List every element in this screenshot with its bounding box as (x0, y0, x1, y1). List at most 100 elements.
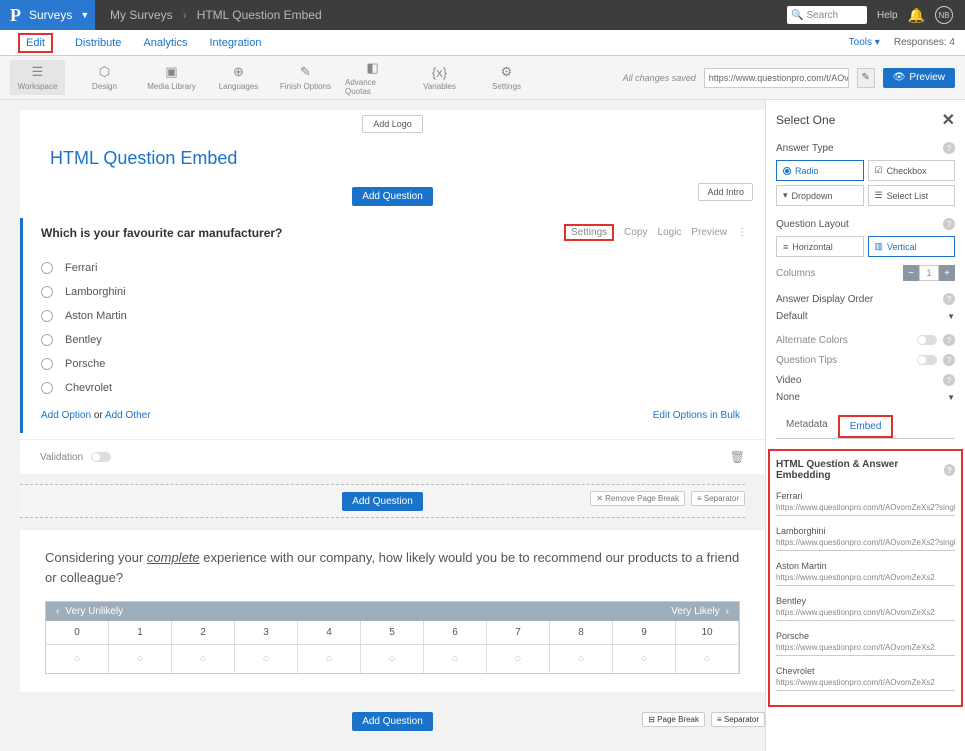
nps-cell[interactable]: 0○ (46, 621, 109, 673)
tools-menu[interactable]: Tools ▾ (849, 37, 880, 48)
add-option-link[interactable]: Add Option (41, 410, 91, 421)
nps-cell[interactable]: 1○ (109, 621, 172, 673)
help-icon[interactable]: ? (943, 334, 955, 346)
add-intro-button[interactable]: Add Intro (698, 183, 753, 201)
add-question-button-3[interactable]: Add Question (352, 712, 433, 731)
option-row[interactable]: Chevrolet (41, 376, 740, 400)
option-row[interactable]: Aston Martin (41, 304, 740, 328)
help-icon[interactable]: ? (943, 293, 955, 305)
tool-workspace[interactable]: ☰Workspace (10, 60, 65, 95)
display-order-dropdown[interactable]: Default▼ (776, 311, 955, 322)
embed-item-url[interactable]: https://www.questionpro.com/t/AOvomZeXs2 (776, 643, 955, 656)
help-icon[interactable]: ? (943, 218, 955, 230)
edit-bulk-link[interactable]: Edit Options in Bulk (653, 410, 740, 421)
tool-design[interactable]: ⬡Design (77, 64, 132, 91)
more-icon[interactable]: ⋮ (737, 227, 747, 238)
option-row[interactable]: Ferrari (41, 256, 740, 280)
q-preview-button[interactable]: Preview (691, 227, 727, 238)
tips-toggle[interactable] (917, 355, 937, 365)
remove-page-break-button[interactable]: ✕ Remove Page Break (590, 491, 685, 506)
avatar[interactable]: NB (935, 6, 953, 24)
validation-toggle[interactable] (91, 452, 111, 462)
tool-settings[interactable]: ⚙Settings (479, 64, 534, 91)
type-radio-button[interactable]: Radio (776, 160, 864, 181)
nps-cell[interactable]: 6○ (424, 621, 487, 673)
question-text[interactable]: Considering your complete experience wit… (45, 548, 740, 587)
alt-colors-toggle[interactable] (917, 335, 937, 345)
tool-languages[interactable]: ⊕Languages (211, 64, 266, 91)
radio-icon: ○ (235, 645, 297, 673)
survey-title[interactable]: HTML Question Embed (20, 138, 765, 183)
search-input[interactable]: 🔍 Search (787, 6, 867, 24)
help-icon[interactable]: ? (943, 354, 955, 366)
embed-item-url[interactable]: https://www.questionpro.com/t/AOvomZeXs2… (776, 503, 955, 516)
nps-cell[interactable]: 8○ (550, 621, 613, 673)
option-row[interactable]: Lamborghini (41, 280, 740, 304)
nps-cell[interactable]: 9○ (613, 621, 676, 673)
tab-edit[interactable]: Edit (18, 33, 53, 53)
breadcrumb-my-surveys[interactable]: My Surveys (110, 8, 173, 22)
embed-item-url[interactable]: https://www.questionpro.com/t/AOvomZeXs2 (776, 573, 955, 586)
bell-icon[interactable]: 🔔 (908, 7, 925, 24)
type-dropdown-button[interactable]: ▾Dropdown (776, 185, 864, 206)
embed-item-url[interactable]: https://www.questionpro.com/t/AOvomZeXs2 (776, 608, 955, 621)
option-row[interactable]: Porsche (41, 352, 740, 376)
nps-cell[interactable]: 3○ (235, 621, 298, 673)
brand-menu[interactable]: P Surveys ▼ (0, 0, 95, 30)
tool-quotas[interactable]: ◧Advance Quotas (345, 60, 400, 96)
chevron-left-icon[interactable]: ‹ (56, 606, 59, 617)
nps-cell[interactable]: 2○ (172, 621, 235, 673)
nps-cell[interactable]: 7○ (487, 621, 550, 673)
nps-unlikely-label: Very Unlikely (65, 606, 123, 617)
add-question-button[interactable]: Add Question (352, 187, 433, 206)
close-icon[interactable]: ✕ (942, 110, 955, 130)
nps-cell[interactable]: 10○ (676, 621, 739, 673)
radio-icon: ○ (361, 645, 423, 673)
metadata-tab[interactable]: Metadata (776, 415, 838, 438)
help-icon[interactable]: ? (943, 374, 955, 386)
tab-analytics[interactable]: Analytics (143, 37, 187, 49)
eye-icon: 👁 (893, 72, 906, 83)
edit-url-button[interactable]: ✎ (857, 68, 875, 88)
minus-button[interactable]: − (903, 265, 919, 281)
add-other-link[interactable]: Add Other (105, 410, 151, 421)
help-link[interactable]: Help (877, 10, 898, 21)
page-break-row: Add Question ✕ Remove Page Break ≡ Separ… (20, 484, 745, 518)
video-dropdown[interactable]: None▼ (776, 392, 955, 403)
radio-icon: ○ (550, 645, 612, 673)
help-icon[interactable]: ? (943, 142, 955, 154)
help-icon[interactable]: ? (944, 464, 955, 476)
layout-horizontal-button[interactable]: ≡Horizontal (776, 236, 864, 257)
tool-variables[interactable]: {x}Variables (412, 65, 467, 91)
embed-item-url[interactable]: https://www.questionpro.com/t/AOvomZeXs2 (776, 678, 955, 691)
nps-cell[interactable]: 5○ (361, 621, 424, 673)
separator-button[interactable]: ≡ Separator (691, 491, 745, 506)
radio-icon: ○ (676, 645, 738, 673)
embed-item-url[interactable]: https://www.questionpro.com/t/AOvomZeXs2… (776, 538, 955, 551)
radio-icon (41, 262, 53, 274)
chevron-right-icon[interactable]: › (726, 606, 729, 617)
columns-stepper[interactable]: − 1 + (903, 265, 955, 281)
tab-distribute[interactable]: Distribute (75, 37, 121, 49)
type-checkbox-button[interactable]: ☑Checkbox (868, 160, 956, 181)
q-logic-button[interactable]: Logic (658, 227, 682, 238)
preview-button[interactable]: 👁Preview (883, 68, 955, 88)
q-settings-button[interactable]: Settings (564, 224, 614, 241)
embed-tab[interactable]: Embed (838, 415, 894, 438)
tool-media[interactable]: ▣Media Library (144, 64, 199, 91)
layout-vertical-button[interactable]: ▥Vertical (868, 236, 956, 257)
trash-icon[interactable]: 🗑 (730, 450, 745, 464)
plus-button[interactable]: + (939, 265, 955, 281)
option-row[interactable]: Bentley (41, 328, 740, 352)
survey-url-field[interactable]: https://www.questionpro.com/t/AOvom (704, 68, 849, 88)
add-logo-button[interactable]: Add Logo (362, 115, 423, 133)
nps-cell[interactable]: 4○ (298, 621, 361, 673)
tool-finish[interactable]: ✎Finish Options (278, 64, 333, 91)
tab-integration[interactable]: Integration (209, 37, 261, 49)
q-copy-button[interactable]: Copy (624, 227, 647, 238)
add-question-button-2[interactable]: Add Question (342, 492, 423, 511)
question-block-q2: Q2 Considering your complete experience … (20, 530, 765, 692)
embed-item-name: Bentley (776, 596, 955, 606)
responses-count[interactable]: Responses: 4 (894, 37, 955, 48)
type-select-button[interactable]: ☰Select List (868, 185, 956, 206)
